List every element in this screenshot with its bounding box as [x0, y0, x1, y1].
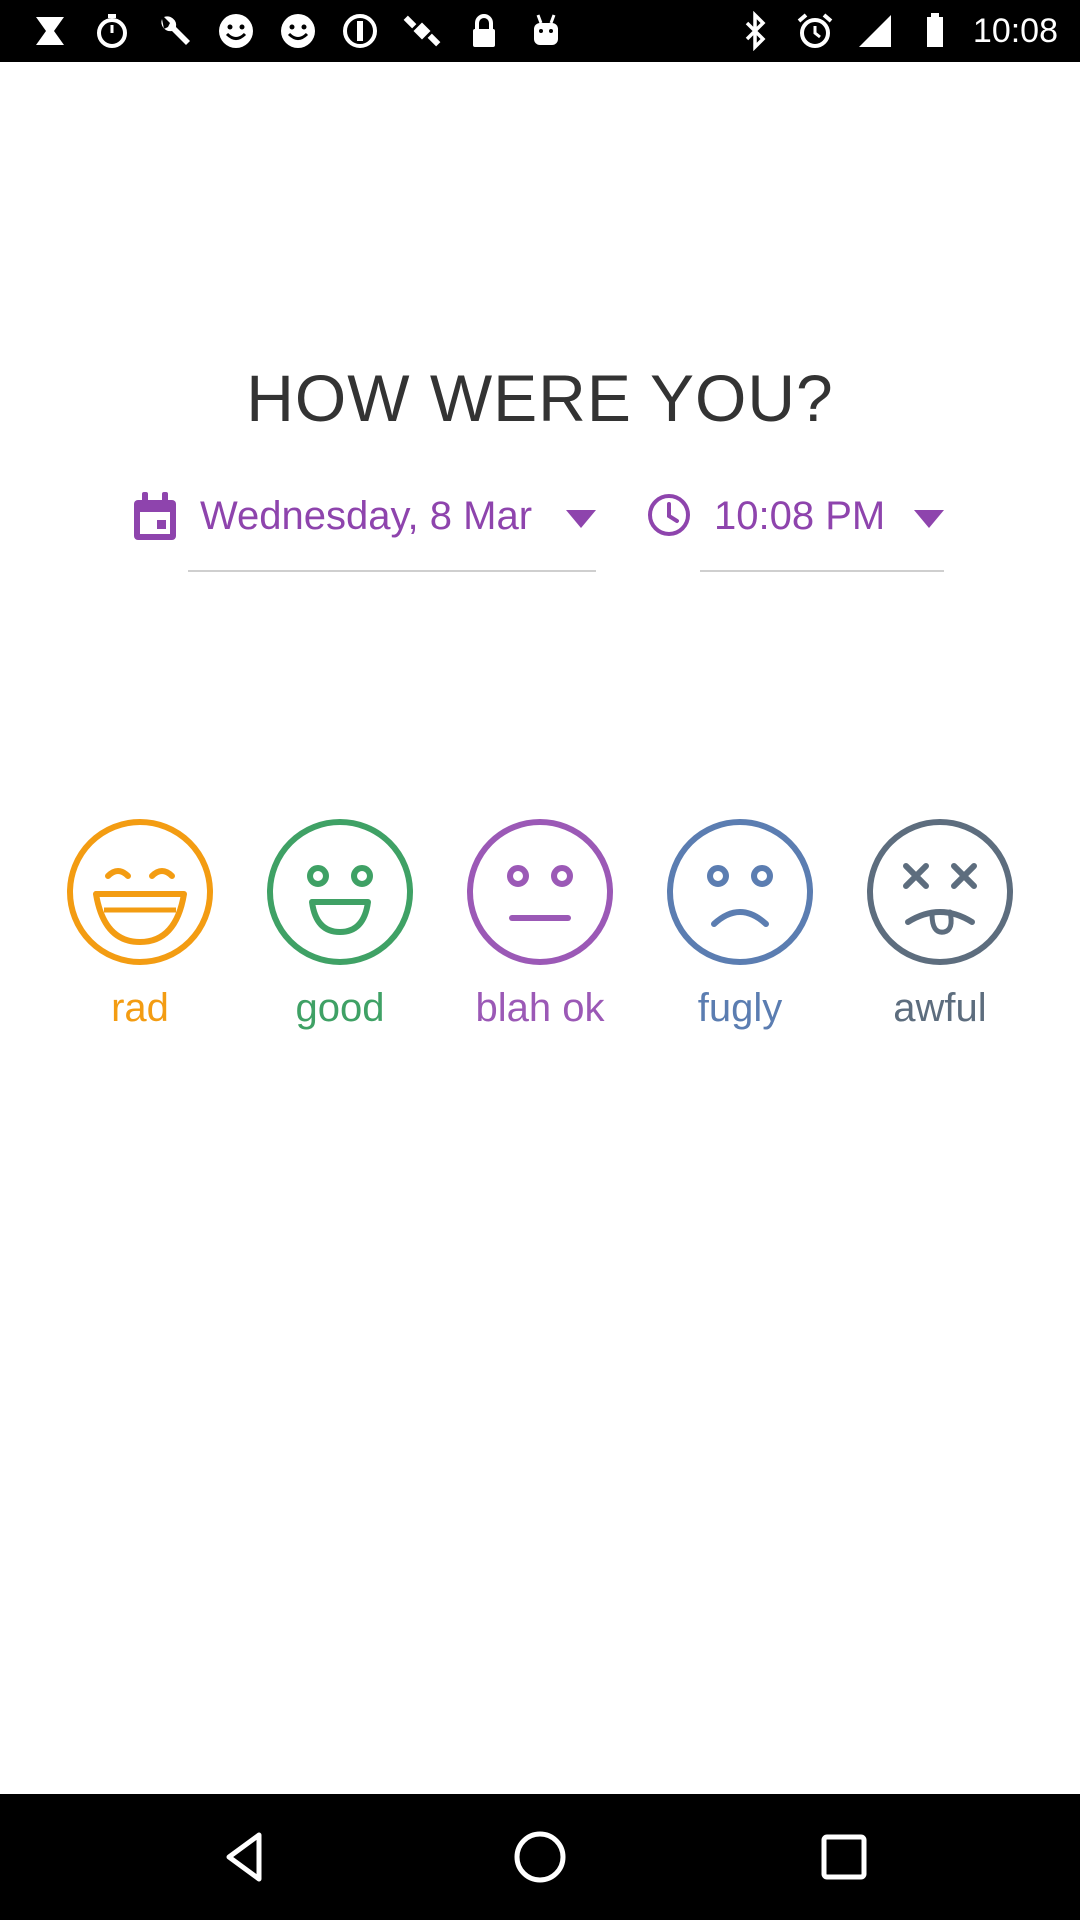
- fugly-face-icon: [667, 819, 813, 965]
- home-icon[interactable]: [510, 1827, 570, 1887]
- date-value: Wednesday, 8 Mar: [200, 494, 533, 538]
- battery-icon: [913, 10, 957, 52]
- smiley-icon: [214, 10, 258, 52]
- status-bar: 10:08: [0, 0, 1080, 62]
- awful-face-icon: [867, 819, 1013, 965]
- date-dropdown-icon: [566, 510, 596, 528]
- mood-rad[interactable]: rad: [40, 818, 240, 1038]
- lock-icon: [462, 10, 506, 52]
- back-icon[interactable]: [215, 1827, 275, 1887]
- blah-ok-face-icon: [467, 819, 613, 965]
- mood-label-blah-ok: blah ok: [475, 986, 605, 1030]
- satellite-icon: [400, 10, 444, 52]
- mood-label-fugly: fugly: [697, 986, 783, 1030]
- time-dropdown-icon: [914, 510, 944, 528]
- info-icon: [338, 10, 382, 52]
- good-face-icon: [267, 819, 413, 965]
- mood-label-rad: rad: [111, 986, 169, 1030]
- status-clock: 10:08: [972, 11, 1058, 50]
- mood-awful[interactable]: awful: [840, 818, 1040, 1038]
- mood-label-good: good: [295, 986, 385, 1030]
- mood-fugly[interactable]: fugly: [640, 818, 840, 1038]
- time-value: 10:08 PM: [714, 494, 886, 538]
- calendar-icon[interactable]: [130, 490, 180, 546]
- time-picker[interactable]: 10:08 PM: [700, 490, 944, 572]
- rad-face-icon: [67, 819, 213, 965]
- signal-icon: [853, 10, 897, 52]
- date-picker[interactable]: Wednesday, 8 Mar: [188, 490, 596, 572]
- bluetooth-icon: [733, 10, 777, 52]
- smiley-icon: [276, 10, 320, 52]
- x-icon: [28, 10, 72, 52]
- mood-label-awful: awful: [893, 986, 987, 1030]
- android-icon: [524, 10, 568, 52]
- clock-icon[interactable]: [646, 492, 692, 538]
- stopwatch-icon: [90, 10, 134, 52]
- mood-good[interactable]: good: [240, 818, 440, 1038]
- mood-options: rad good blah ok fugly awful: [0, 818, 1080, 1038]
- navigation-bar: [0, 1794, 1080, 1920]
- recents-icon[interactable]: [814, 1827, 874, 1887]
- alarm-icon: [793, 10, 837, 52]
- wrench-icon: [152, 10, 196, 52]
- page-title: HOW WERE YOU?: [246, 361, 834, 435]
- datetime-row: Wednesday, 8 Mar 10:08 PM: [0, 490, 1080, 580]
- mood-blah-ok[interactable]: blah ok: [440, 818, 640, 1038]
